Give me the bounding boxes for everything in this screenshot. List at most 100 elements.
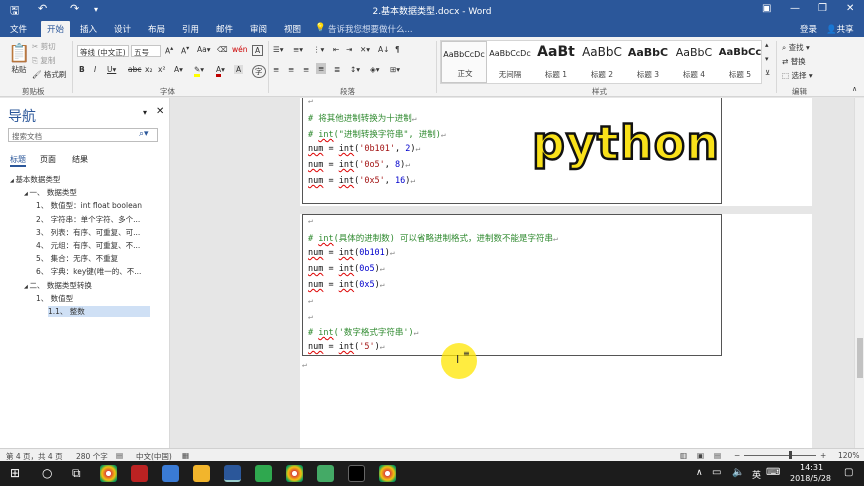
nav-search-input[interactable]: 搜索文档 — [12, 131, 42, 142]
cut-button[interactable]: ✂ 剪切 — [32, 41, 56, 52]
styles-more-icon[interactable]: ⊻ — [765, 69, 770, 77]
nav-heading-item[interactable]: 5、 集合：无序、不重复 — [36, 253, 118, 264]
select-button[interactable]: ⬚ 选择 ▾ — [782, 70, 813, 81]
chinese-layout-icon[interactable]: ✕▾ — [360, 45, 370, 54]
tab-references[interactable]: 引用 — [182, 23, 199, 35]
strikethrough-icon[interactable]: abc — [128, 65, 141, 74]
zoom-level[interactable]: 120% — [838, 451, 859, 460]
format-painter-button[interactable]: 🖌 格式刷 — [32, 69, 66, 80]
tab-insert[interactable]: 插入 — [80, 23, 97, 35]
nav-heading-item[interactable]: 3、 列表：有序、可重复、可... — [36, 227, 140, 238]
shrink-font-icon[interactable]: A▾ — [181, 45, 189, 56]
chrome-icon[interactable] — [286, 465, 303, 482]
zoom-in-icon[interactable]: + — [820, 451, 826, 460]
nav-heading-item[interactable]: 4、 元组：有序、可重复、不... — [36, 240, 140, 251]
sign-in-link[interactable]: 登录 — [800, 23, 817, 35]
share-button[interactable]: 👤共享 — [826, 23, 854, 35]
nav-options-icon[interactable]: ▾ — [143, 108, 147, 117]
style-no-spacing[interactable]: AaBbCcDc 无间隔 — [487, 41, 533, 83]
grow-font-icon[interactable]: A▴ — [165, 45, 173, 56]
shading-icon[interactable]: ◈▾ — [370, 65, 380, 74]
tab-design[interactable]: 设计 — [114, 23, 131, 35]
search-icon[interactable]: ⌕▾ — [139, 129, 149, 139]
proofing-icon[interactable]: ▤ — [116, 451, 123, 460]
nav-search-box[interactable]: 搜索文档 ⌕▾ — [8, 128, 158, 142]
nav-heading-item[interactable]: 6、 字典：key键(唯一的、不... — [36, 266, 141, 277]
code-line[interactable]: num = int('0b101', 2)↵ — [308, 144, 420, 154]
highlight-icon[interactable]: ✎▾ — [194, 65, 204, 77]
code-line[interactable]: num = int('5')↵ — [308, 342, 385, 352]
change-case-icon[interactable]: Aa▾ — [197, 45, 211, 54]
underline-icon[interactable]: U▾ — [107, 65, 116, 74]
volume-icon[interactable]: 🔈 — [732, 467, 744, 478]
tab-view[interactable]: 视图 — [284, 23, 301, 35]
char-shading-icon[interactable]: A — [234, 65, 244, 74]
code-line[interactable]: # 将其他进制转换为十进制↵ — [308, 112, 417, 124]
tray-chevron-icon[interactable]: ∧ — [696, 468, 703, 478]
superscript-icon[interactable]: x² — [158, 65, 165, 74]
bullets-icon[interactable]: ☰▾ — [273, 45, 284, 54]
word-icon[interactable] — [224, 465, 241, 482]
read-mode-icon[interactable]: ▥ — [680, 451, 687, 460]
code-line[interactable]: # int('数字格式字符串')↵ — [308, 326, 418, 338]
increase-indent-icon[interactable]: ⇥ — [346, 45, 352, 54]
font-name-combo[interactable]: 等线 (中文正) — [77, 45, 129, 57]
terminal-icon[interactable] — [348, 465, 365, 482]
app-icon[interactable] — [255, 465, 272, 482]
nav-heading-item[interactable]: 1、 数值型：int float boolean — [36, 200, 142, 211]
nav-tab-results[interactable]: 结果 — [72, 154, 88, 165]
align-left-icon[interactable]: ≡ — [273, 65, 279, 74]
clock-date[interactable]: 2018/5/28 — [790, 474, 831, 483]
styles-scroll-up-icon[interactable]: ▴ — [765, 41, 769, 49]
clear-format-icon[interactable]: ⌫ — [217, 45, 228, 54]
web-layout-icon[interactable]: ▤ — [714, 451, 721, 460]
minimize-button[interactable]: — — [790, 3, 800, 14]
ribbon-display-icon[interactable]: ▣ — [762, 3, 771, 14]
nav-heading-item[interactable]: ◢ 二、 数据类型转换 — [24, 280, 92, 291]
styles-scroll-down-icon[interactable]: ▾ — [765, 55, 769, 63]
line-spacing-icon[interactable]: ↕▾ — [350, 65, 360, 74]
nav-tab-pages[interactable]: 页面 — [40, 154, 56, 165]
collapse-ribbon-icon[interactable]: ∧ — [852, 85, 857, 93]
decrease-indent-icon[interactable]: ⇤ — [333, 45, 339, 54]
sort-icon[interactable]: A↓ — [378, 45, 389, 54]
tab-file[interactable]: 文件 — [10, 23, 27, 35]
nav-tab-headings[interactable]: 标题 — [10, 154, 26, 167]
print-layout-icon[interactable]: ▣ — [697, 451, 704, 460]
text-effects-icon[interactable]: A▾ — [174, 65, 183, 74]
macro-icon[interactable]: ▦ — [182, 451, 189, 460]
style-normal[interactable]: AaBbCcDc 正文 — [441, 41, 487, 83]
file-explorer-icon[interactable] — [193, 465, 210, 482]
code-line[interactable]: # int(具体的进制数) 可以省略进制格式，进制数不能是字符串↵ — [308, 232, 558, 244]
ime-mode-icon[interactable]: ⌨ — [766, 467, 780, 478]
search-icon[interactable]: ○ — [42, 466, 52, 480]
borders-icon[interactable]: ⊞▾ — [390, 65, 400, 74]
show-marks-icon[interactable]: ¶ — [395, 45, 400, 54]
italic-icon[interactable]: I — [94, 65, 96, 74]
code-line[interactable]: num = int('0o5', 8)↵ — [308, 160, 410, 170]
style-heading-5[interactable]: AaBbCc 标题 5 — [717, 41, 763, 83]
network-icon[interactable]: ▭ — [712, 467, 721, 478]
nav-heading-item[interactable]: ◢ 基本数据类型 — [10, 174, 60, 185]
phonetic-guide-icon[interactable]: wén — [232, 45, 248, 54]
tab-home[interactable]: 开始 — [41, 21, 71, 37]
nav-heading-item[interactable]: ◢ 一、 数据类型 — [24, 187, 77, 198]
justify-icon[interactable]: ≡ — [316, 63, 327, 74]
windows-start-icon[interactable]: ⊞ — [10, 466, 20, 480]
tab-review[interactable]: 审阅 — [250, 23, 267, 35]
restore-button[interactable]: ❐ — [818, 3, 827, 14]
font-color-icon[interactable]: A▾ — [216, 65, 225, 77]
scrollbar-thumb[interactable] — [857, 338, 863, 378]
clock-time[interactable]: 14:31 — [800, 463, 823, 472]
code-line[interactable]: num = int(0b101)↵ — [308, 248, 395, 258]
align-right-icon[interactable]: ≡ — [303, 65, 309, 74]
code-line[interactable]: num = int(0o5)↵ — [308, 264, 385, 274]
close-button[interactable]: ✕ — [846, 3, 854, 14]
align-center-icon[interactable]: ≡ — [288, 65, 294, 74]
zoom-slider-thumb[interactable] — [789, 451, 792, 459]
code-line[interactable]: # int("进制转换字符串", 进制)↵ — [308, 128, 446, 140]
subscript-icon[interactable]: x₂ — [145, 65, 152, 74]
tab-layout[interactable]: 布局 — [148, 23, 165, 35]
replace-button[interactable]: ⇄ 替换 — [782, 56, 806, 67]
bold-icon[interactable]: B — [79, 65, 85, 74]
